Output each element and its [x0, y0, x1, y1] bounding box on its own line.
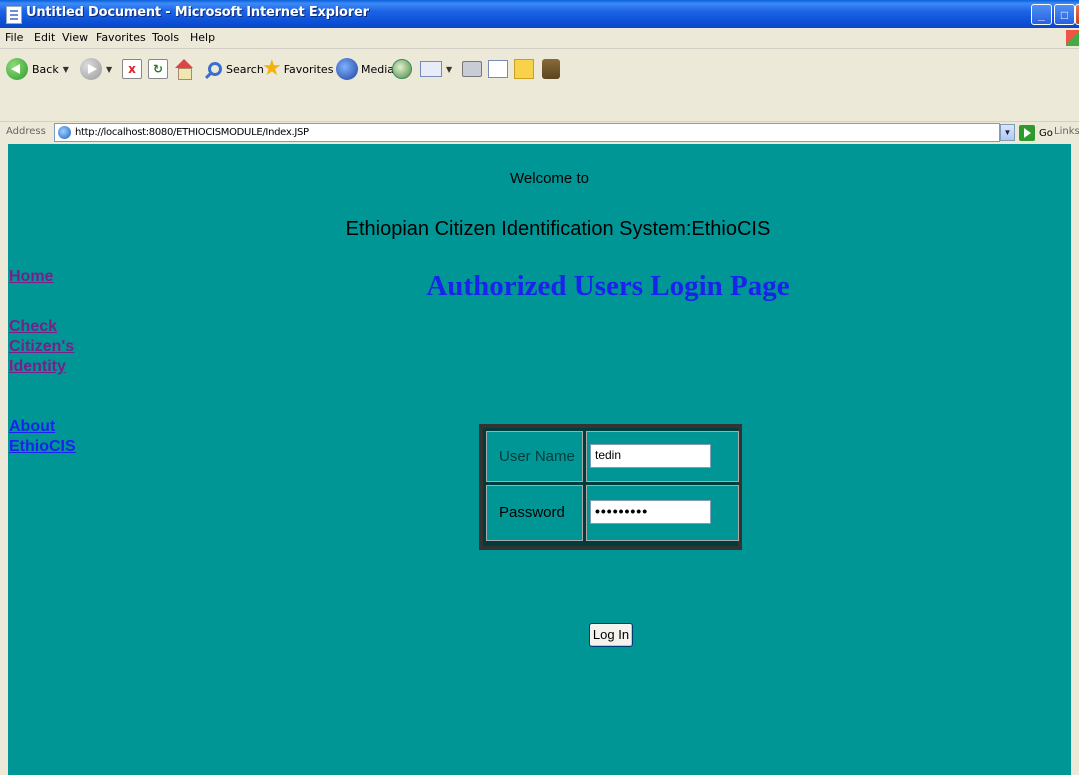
title-bar: Untitled Document - Microsoft Internet E… — [0, 0, 1079, 28]
media-button[interactable]: Media — [336, 54, 394, 84]
forward-button[interactable]: ▼ — [80, 54, 112, 84]
menu-view[interactable]: View — [62, 31, 88, 44]
address-bar: Address http://localhost:8080/ETHIOCISMO… — [0, 121, 1079, 144]
home-button[interactable] — [174, 54, 194, 84]
menu-file[interactable]: File — [5, 31, 23, 44]
stop-icon: x — [122, 59, 142, 79]
password-label-cell: Password — [486, 485, 583, 541]
address-url: http://localhost:8080/ETHIOCISMODULE/Ind… — [75, 127, 309, 138]
username-input[interactable]: tedin — [590, 444, 711, 468]
refresh-icon: ↻ — [148, 59, 168, 79]
nav-link-text: Identity — [9, 358, 66, 375]
window-title: Untitled Document - Microsoft Internet E… — [26, 5, 369, 20]
password-input-cell: ••••••••• — [586, 485, 739, 541]
search-label: Search — [226, 62, 264, 76]
browser-window: Untitled Document - Microsoft Internet E… — [0, 0, 1079, 775]
nav-link-check-identity[interactable]: Check Citizen's Identity — [9, 317, 74, 377]
address-input[interactable]: http://localhost:8080/ETHIOCISMODULE/Ind… — [54, 123, 1000, 142]
minimize-button[interactable]: _ — [1031, 4, 1052, 25]
login-form: User Name tedin Password ••••••••• — [479, 424, 742, 550]
chevron-down-icon: ▼ — [62, 64, 69, 74]
nav-link-text: About — [9, 418, 56, 435]
favorites-label: Favorites — [283, 62, 334, 76]
edit-button[interactable] — [488, 54, 508, 84]
close-button[interactable]: X — [1075, 4, 1079, 25]
links-button[interactable]: Links — [1054, 126, 1079, 137]
mail-button[interactable]: ▼ — [420, 54, 452, 84]
menu-tools[interactable]: Tools — [152, 31, 179, 44]
maximize-button[interactable]: □ — [1054, 4, 1075, 25]
page-title: Authorized Users Login Page — [426, 270, 790, 302]
back-label: Back — [32, 62, 59, 76]
history-button[interactable] — [392, 54, 412, 84]
login-button[interactable]: Log In — [589, 623, 633, 647]
search-button[interactable]: Search — [208, 54, 264, 84]
address-label: Address — [6, 126, 46, 137]
go-arrow-icon — [1019, 125, 1035, 141]
password-input[interactable]: ••••••••• — [590, 500, 711, 524]
system-name: Ethiopian Citizen Identification System:… — [345, 218, 771, 240]
welcome-text: Welcome to — [510, 170, 589, 187]
back-arrow-icon — [6, 58, 28, 80]
media-label: Media — [361, 62, 395, 76]
media-icon — [336, 58, 358, 80]
star-icon: ★ — [262, 56, 282, 81]
print-button[interactable] — [462, 54, 482, 84]
chevron-down-icon: ▼ — [106, 64, 113, 74]
page-content: Welcome to Ethiopian Citizen Identificat… — [8, 144, 1071, 775]
toolbar: Back ▼ ▼ x ↻ Search ★ Favorites Media ▼ — [0, 49, 1079, 121]
refresh-button[interactable]: ↻ — [148, 54, 168, 84]
print-icon — [462, 61, 482, 77]
ie-page-icon — [58, 126, 71, 139]
folder-button[interactable] — [514, 54, 534, 84]
menu-edit[interactable]: Edit — [34, 31, 55, 44]
menu-bar: File Edit View Favorites Tools Help — [0, 28, 1079, 49]
go-label: Go — [1039, 127, 1053, 139]
username-label-cell: User Name — [486, 431, 583, 482]
back-button[interactable]: Back ▼ — [6, 54, 69, 84]
chevron-down-icon: ▼ — [446, 64, 453, 74]
favorites-button[interactable]: ★ Favorites — [262, 54, 333, 84]
username-input-cell: tedin — [586, 431, 739, 482]
nav-link-text: EthioCIS — [9, 438, 76, 455]
password-label: Password — [499, 504, 565, 521]
nav-link-about[interactable]: About EthioCIS — [9, 417, 76, 457]
history-icon — [392, 59, 412, 79]
menu-favorites[interactable]: Favorites — [96, 31, 146, 44]
nav-link-text: Citizen's — [9, 338, 75, 355]
windows-logo-icon — [1066, 30, 1079, 46]
nav-link-home[interactable]: Home — [9, 267, 53, 287]
forward-arrow-icon — [80, 58, 102, 80]
mail-icon — [420, 61, 442, 77]
search-icon — [208, 62, 222, 76]
address-dropdown-button[interactable]: ▼ — [1000, 124, 1015, 141]
stop-button[interactable]: x — [122, 54, 142, 84]
nav-link-text: Check — [9, 318, 58, 335]
document-icon — [6, 6, 22, 24]
edit-page-icon — [488, 60, 508, 78]
home-icon — [174, 59, 194, 80]
messenger-icon — [542, 59, 560, 79]
go-button[interactable]: Go — [1019, 125, 1053, 141]
menu-help[interactable]: Help — [190, 31, 215, 44]
messenger-button[interactable] — [542, 54, 560, 84]
folder-icon — [514, 59, 534, 79]
username-label: User Name — [499, 448, 575, 465]
